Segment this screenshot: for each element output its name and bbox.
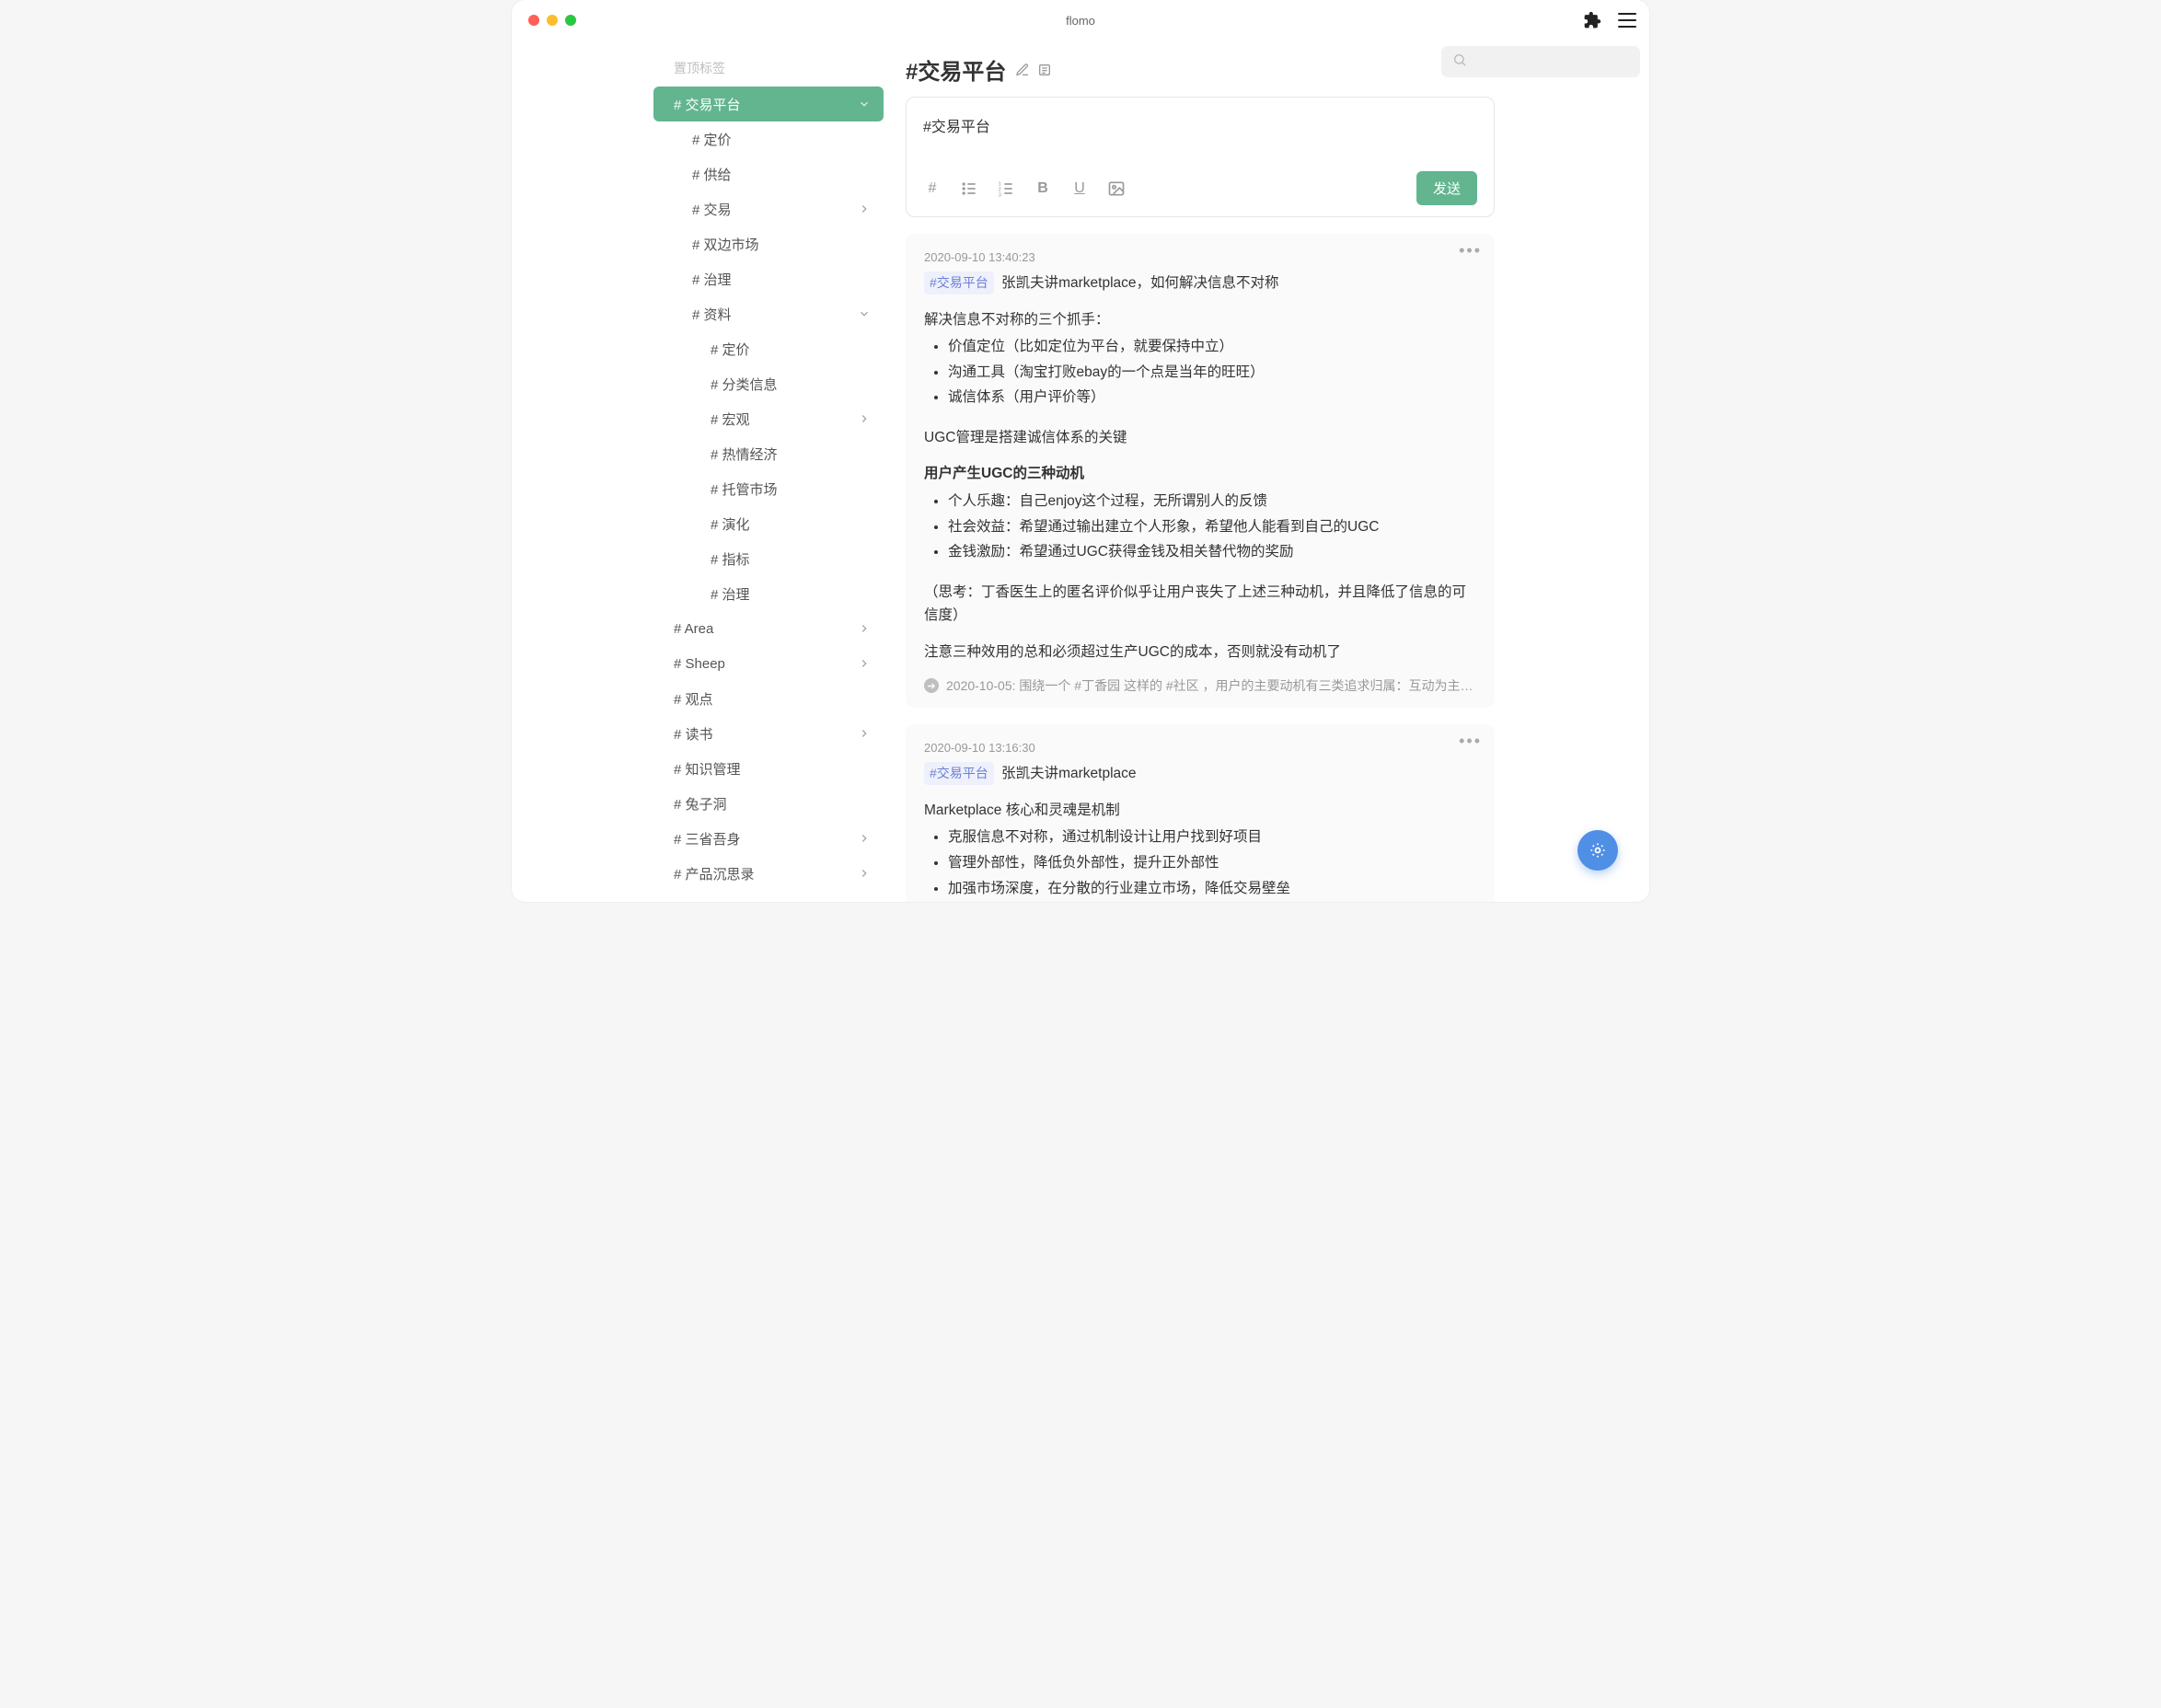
sidebar-tag-label: # 指标 [711, 549, 750, 569]
hashtag-button[interactable]: # [923, 179, 942, 198]
memo-tag-chip[interactable]: #交易平台 [924, 762, 994, 785]
sidebar-tag-item[interactable]: # 读书 [653, 716, 884, 751]
memo-timestamp: 2020-09-10 13:40:23 [924, 250, 1476, 264]
sidebar-tag-label: # 资料 [692, 305, 732, 324]
composer: #交易平台 # 123 B U 发送 [906, 97, 1495, 217]
sidebar-tag-item[interactable]: # 治理 [653, 576, 884, 611]
memo-body: #交易平台 张凯夫讲marketplaceMarketplace 核心和灵魂是机… [924, 762, 1476, 900]
sidebar-tag-item[interactable]: # 定价 [653, 121, 884, 156]
send-button[interactable]: 发送 [1416, 171, 1477, 205]
sidebar-tag-item[interactable]: # 供给 [653, 156, 884, 191]
random-memo-fab[interactable] [1577, 830, 1618, 871]
sidebar-tag-label: # 交易 [692, 200, 732, 219]
chevron-right-icon[interactable] [858, 867, 871, 880]
sidebar-tag-label: # 宏观 [711, 410, 750, 429]
chevron-down-icon[interactable] [858, 307, 871, 320]
sidebar-tag-item[interactable]: # 交易平台 [653, 87, 884, 121]
composer-input[interactable]: #交易平台 [923, 114, 1477, 151]
underline-button[interactable]: U [1070, 179, 1089, 198]
search-icon [1452, 52, 1467, 71]
sidebar-tag-item[interactable]: # 宏观 [653, 401, 884, 436]
app-title: flomo [1066, 14, 1095, 28]
chevron-right-icon[interactable] [858, 832, 871, 845]
page-title: #交易平台 [906, 53, 1006, 86]
sidebar-tag-item[interactable]: # Sheep [653, 646, 884, 681]
sidebar-tag-label: # 双边市场 [692, 235, 759, 254]
extensions-icon[interactable] [1583, 11, 1601, 29]
image-button[interactable] [1107, 179, 1126, 198]
sidebar-tag-label: # 读书 [674, 724, 713, 744]
search-input[interactable] [1441, 46, 1640, 77]
sidebar-tag-item[interactable]: # 指标 [653, 541, 884, 576]
sidebar-tag-item[interactable]: # flomo [653, 891, 884, 902]
app-window: flomo 置顶标签 # 交易平台 # 定价 # 供给 # 交易 # 双边市场 # 治理 #… [512, 0, 1649, 902]
sidebar-tag-item[interactable]: # 交易 [653, 191, 884, 226]
window-controls [528, 15, 576, 26]
sidebar-tag-label: # 定价 [692, 130, 732, 149]
sidebar-tag-item[interactable]: # 治理 [653, 261, 884, 296]
sidebar-tag-label: # 三省吾身 [674, 829, 741, 848]
chevron-right-icon[interactable] [858, 727, 871, 740]
chevron-down-icon[interactable] [858, 98, 871, 110]
close-window-button[interactable] [528, 15, 539, 26]
link-arrow-icon: ➔ [924, 678, 939, 693]
main-content: #交易平台 #交易平台 # [889, 40, 1649, 902]
sidebar-tag-item[interactable]: # 热情经济 [653, 436, 884, 471]
maximize-window-button[interactable] [565, 15, 576, 26]
sidebar-tag-label: # 热情经济 [711, 444, 778, 464]
bullet-list-button[interactable] [960, 179, 978, 198]
memo-more-icon[interactable]: ••• [1459, 737, 1482, 744]
sidebar-tag-label: # flomo [674, 901, 719, 903]
sidebar-tag-label: # 托管市场 [711, 479, 778, 499]
sidebar-tag-label: # 治理 [711, 584, 750, 604]
edit-tag-icon[interactable] [1015, 63, 1030, 77]
sidebar-tag-item[interactable]: # 观点 [653, 681, 884, 716]
sidebar-tag-item[interactable]: # 知识管理 [653, 751, 884, 786]
sidebar-tag-item[interactable]: # 产品沉思录 [653, 856, 884, 891]
menu-icon[interactable] [1618, 13, 1636, 28]
memo-card: 2020-09-10 13:40:23••• #交易平台 张凯夫讲marketpl… [906, 234, 1495, 708]
sidebar-pinned-heading: 置顶标签 [674, 59, 884, 77]
sidebar-tag-item[interactable]: # 演化 [653, 506, 884, 541]
memo-tag-chip[interactable]: #交易平台 [924, 271, 994, 294]
sidebar-tag-item[interactable]: # 定价 [653, 331, 884, 366]
chevron-right-icon[interactable] [858, 622, 871, 635]
sidebar-tag-item[interactable]: # 三省吾身 [653, 821, 884, 856]
sidebar-tag-label: # 产品沉思录 [674, 864, 755, 883]
memo-timestamp: 2020-09-10 13:16:30 [924, 741, 1476, 755]
memo-card: 2020-09-10 13:16:30••• #交易平台 张凯夫讲marketpl… [906, 724, 1495, 902]
sidebar-tag-label: # 治理 [692, 270, 732, 289]
sidebar-tag-label: # Area [674, 621, 713, 637]
sidebar-tag-item[interactable]: # 资料 [653, 296, 884, 331]
minimize-window-button[interactable] [547, 15, 558, 26]
memo-more-icon[interactable]: ••• [1459, 247, 1482, 254]
svg-text:3: 3 [999, 192, 1001, 198]
memo-body: #交易平台 张凯夫讲marketplace，如何解决信息不对称解决信息不对称的三… [924, 271, 1476, 664]
sidebar-tag-label: # 定价 [711, 340, 750, 359]
sidebar-tag-item[interactable]: # 兔子洞 [653, 786, 884, 821]
sidebar-tag-label: # 兔子洞 [674, 794, 727, 814]
sidebar: 置顶标签 # 交易平台 # 定价 # 供给 # 交易 # 双边市场 # 治理 # 资料 # 定… [512, 40, 889, 902]
sidebar-tag-label: # Sheep [674, 656, 725, 672]
bold-button[interactable]: B [1034, 179, 1052, 198]
sidebar-tag-item[interactable]: # Area [653, 611, 884, 646]
numbered-list-button[interactable]: 123 [997, 179, 1015, 198]
titlebar: flomo [512, 0, 1649, 40]
list-icon[interactable] [1037, 63, 1052, 77]
sidebar-tag-label: # 演化 [711, 514, 750, 534]
sidebar-tag-item[interactable]: # 双边市场 [653, 226, 884, 261]
sidebar-tag-label: # 供给 [692, 165, 732, 184]
sidebar-tag-label: # 分类信息 [711, 375, 778, 394]
sidebar-tag-item[interactable]: # 托管市场 [653, 471, 884, 506]
sidebar-tag-label: # 观点 [674, 689, 713, 709]
sidebar-tag-item[interactable]: # 分类信息 [653, 366, 884, 401]
sidebar-tag-label: # 知识管理 [674, 759, 741, 779]
sidebar-tag-label: # 交易平台 [674, 95, 741, 114]
memo-backlink[interactable]: ➔2020-10-05: 围绕一个 #丁香园 这样的 #社区 ，用户的主要动机有… [924, 676, 1476, 695]
chevron-right-icon[interactable] [858, 412, 871, 425]
chevron-right-icon[interactable] [858, 657, 871, 670]
chevron-right-icon[interactable] [858, 202, 871, 215]
